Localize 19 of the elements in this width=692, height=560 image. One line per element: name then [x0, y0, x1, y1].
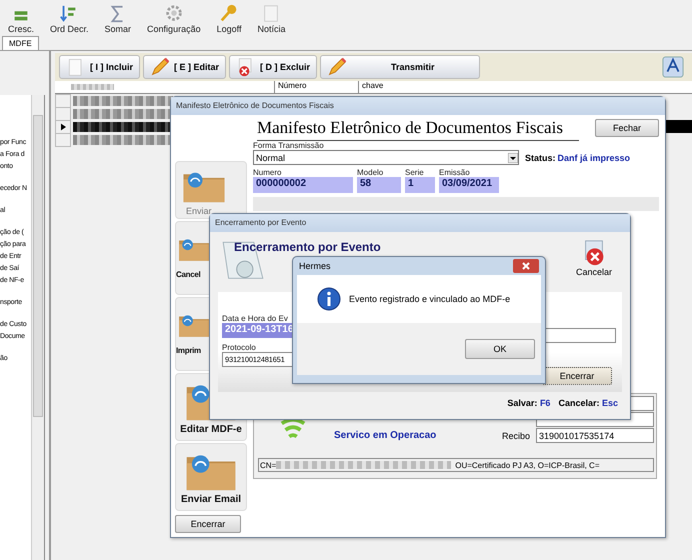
status-label: Status: — [525, 152, 556, 162]
shortcut-hint: Cancelar: Esc — [558, 398, 618, 408]
field-label: Modelo — [357, 168, 384, 177]
window-title: Hermes — [299, 261, 331, 271]
field-label: Emissão — [439, 168, 471, 177]
field-label: Forma Transmissão — [253, 141, 325, 150]
window-title: Encerramento por Evento — [210, 214, 630, 232]
field-label: Data e Hora do Ev — [222, 314, 289, 323]
message-text: Evento registrado e vinculado ao MDF-e — [349, 294, 510, 304]
dialog-heading: Encerramento por Evento — [234, 240, 382, 254]
status-value: Danf já impresso — [558, 152, 630, 162]
form-heading: Manifesto Eletrônico de Documentos Fiscais — [257, 116, 579, 140]
field-label: Protocolo — [222, 343, 257, 352]
field-label: Serie — [405, 168, 425, 177]
window-title: Manifesto Eletrônico de Documentos Fiscais — [171, 97, 665, 115]
field-label: Numero — [253, 168, 282, 177]
service-status: Servico em Operacao — [334, 430, 438, 441]
field-label: Recibo — [502, 430, 530, 440]
shortcut-hint: Salvar: F6 — [507, 398, 550, 408]
